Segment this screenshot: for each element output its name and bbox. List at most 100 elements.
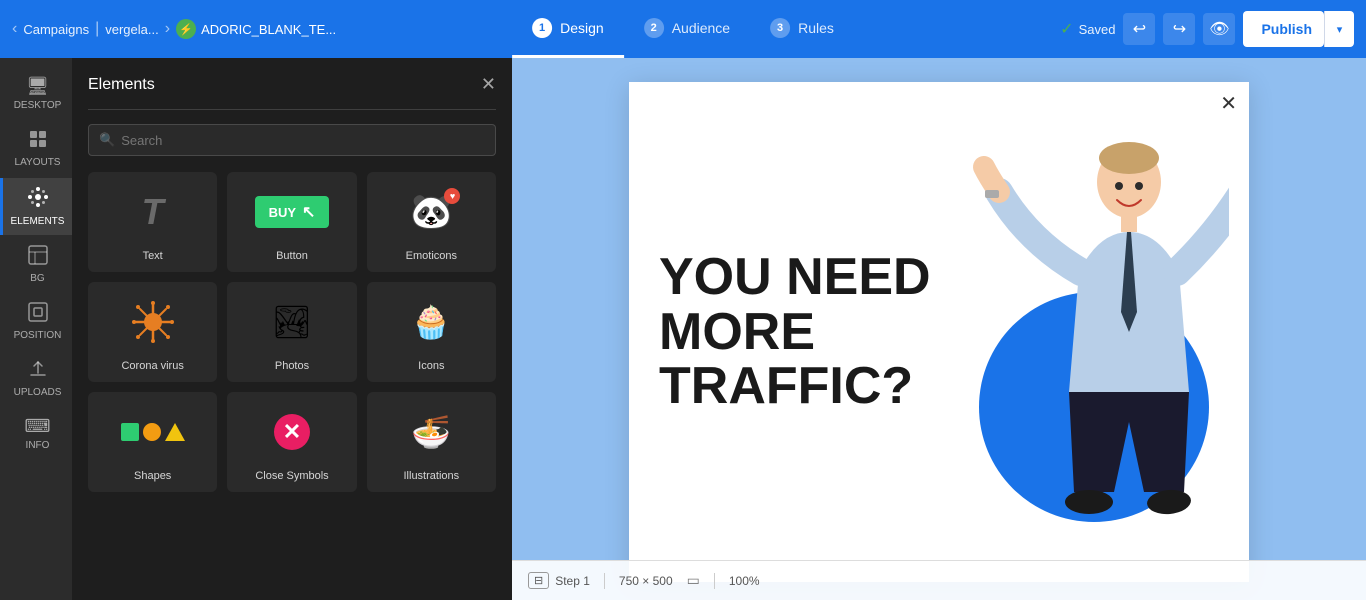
breadcrumb-campaigns[interactable]: Campaigns: [23, 22, 89, 37]
sidebar-item-position-label: POSITION: [14, 330, 62, 341]
tab-design[interactable]: 1 Design: [512, 0, 624, 58]
elements-title: Elements: [88, 76, 155, 94]
element-button-label: Button: [276, 250, 308, 262]
left-sidebar: 🖥 DESKTOP LAYOUTS: [0, 58, 72, 600]
saved-label: Saved: [1079, 22, 1116, 37]
breadcrumb-arrow-icon: ›: [165, 20, 170, 38]
bg-icon: [28, 245, 48, 270]
canvas-headline: YOU NEED MORE TRAFFIC?: [659, 250, 939, 414]
tab-audience-num: 2: [644, 18, 664, 38]
search-input[interactable]: [121, 133, 485, 148]
canvas-text-side: YOU NEED MORE TRAFFIC?: [649, 112, 939, 552]
elements-icon: [27, 186, 49, 213]
element-card-icons[interactable]: 🧁 Icons: [367, 282, 496, 382]
coronavirus-preview-icon: [131, 292, 175, 352]
sidebar-item-layouts-label: LAYOUTS: [15, 157, 61, 168]
element-shapes-label: Shapes: [134, 470, 171, 482]
button-preview-icon: BUY ↖: [255, 182, 330, 242]
icons-preview-icon: 🧁: [411, 292, 451, 352]
close-symbols-preview-icon: ✕: [274, 402, 310, 462]
element-illustrations-label: Illustrations: [404, 470, 460, 482]
tab-rules[interactable]: 3 Rules: [750, 0, 854, 58]
elements-header: Elements ✕: [88, 74, 496, 95]
search-icon: 🔍: [99, 132, 115, 148]
emoticons-preview-icon: 🐼 ♥: [410, 182, 452, 242]
redo-button[interactable]: ↪: [1163, 13, 1195, 45]
elements-grid: T Text BUY ↖ Button 🐼: [88, 172, 496, 492]
element-coronavirus-label: Corona virus: [121, 360, 183, 372]
topbar: ‹ Campaigns | vergela... › ⚡ ADORIC_BLAN…: [0, 0, 1366, 58]
main-layout: 🖥 DESKTOP LAYOUTS: [0, 58, 1366, 600]
position-icon: [28, 302, 48, 327]
tab-rules-label: Rules: [798, 20, 834, 36]
canvas-content: YOU NEED MORE TRAFFIC?: [629, 82, 1249, 582]
sidebar-item-info-label: INFO: [26, 440, 50, 451]
element-photos-label: Photos: [275, 360, 309, 372]
publish-dropdown-button[interactable]: ▾: [1324, 11, 1354, 47]
breadcrumb-vergela[interactable]: vergela...: [105, 22, 158, 37]
sidebar-item-uploads-label: UPLOADS: [14, 387, 62, 398]
photos-preview-icon: 🏞: [272, 292, 313, 352]
layouts-icon: [28, 129, 48, 154]
sidebar-item-elements[interactable]: ELEMENTS: [0, 178, 72, 235]
topbar-nav: 1 Design 2 Audience 3 Rules: [512, 0, 854, 58]
sidebar-item-bg[interactable]: BG: [0, 237, 72, 292]
sidebar-item-info[interactable]: ⌨ INFO: [0, 408, 72, 459]
step-info: ⊟ Step 1: [528, 572, 590, 589]
shapes-preview-icon: [121, 402, 185, 462]
topbar-right: ✓ Saved ↩ ↪ 👁 Publish ▾: [1060, 11, 1354, 47]
search-box: 🔍: [88, 124, 496, 156]
separator2: [714, 573, 715, 589]
canvas-card: ✕ YOU NEED MORE TRAFFIC?: [629, 82, 1249, 582]
sidebar-item-desktop[interactable]: 🖥 DESKTOP: [0, 68, 72, 119]
elements-divider: [88, 109, 496, 110]
element-card-illustrations[interactable]: 🍜 Illustrations: [367, 392, 496, 492]
element-card-close-symbols[interactable]: ✕ Close Symbols: [227, 392, 356, 492]
tab-rules-num: 3: [770, 18, 790, 38]
step-number-badge: ⊟: [528, 572, 549, 589]
element-emoticons-label: Emoticons: [406, 250, 457, 262]
check-icon: ✓: [1060, 19, 1073, 39]
element-card-text[interactable]: T Text: [88, 172, 217, 272]
breadcrumb-adoric: ⚡ ADORIC_BLANK_TE...: [176, 19, 336, 39]
businessman-figure: [969, 112, 1229, 552]
tab-design-num: 1: [532, 18, 552, 38]
back-arrow-icon[interactable]: ‹: [12, 20, 17, 38]
tab-audience-label: Audience: [672, 20, 730, 36]
canvas-area: ✕ YOU NEED MORE TRAFFIC?: [512, 58, 1366, 600]
sidebar-item-desktop-label: DESKTOP: [14, 100, 62, 111]
monitor-icon: ▭: [687, 572, 700, 589]
element-close-symbols-label: Close Symbols: [255, 470, 328, 482]
element-card-emoticons[interactable]: 🐼 ♥ Emoticons: [367, 172, 496, 272]
text-preview-icon: T: [142, 182, 164, 242]
element-card-photos[interactable]: 🏞 Photos: [227, 282, 356, 382]
preview-button[interactable]: 👁: [1203, 13, 1235, 45]
publish-button[interactable]: Publish: [1243, 11, 1324, 47]
sidebar-item-bg-label: BG: [30, 273, 44, 284]
sidebar-item-position[interactable]: POSITION: [0, 294, 72, 349]
illustrations-preview-icon: 🍜: [411, 402, 451, 462]
info-icon: ⌨: [25, 416, 51, 437]
element-card-coronavirus[interactable]: Corona virus: [88, 282, 217, 382]
canvas-image-side: [939, 112, 1219, 552]
sidebar-item-uploads[interactable]: UPLOADS: [0, 351, 72, 406]
element-card-shapes[interactable]: Shapes: [88, 392, 217, 492]
desktop-icon: 🖥: [26, 76, 49, 97]
element-icons-label: Icons: [418, 360, 444, 372]
element-card-button[interactable]: BUY ↖ Button: [227, 172, 356, 272]
dimensions-info: 750 × 500: [619, 574, 673, 588]
saved-badge: ✓ Saved: [1060, 19, 1115, 39]
undo-button[interactable]: ↩: [1123, 13, 1155, 45]
breadcrumb-sep1: |: [95, 20, 99, 38]
elements-panel: Elements ✕ 🔍 T Text BUY ↖: [72, 58, 512, 600]
step-label: Step 1: [555, 574, 590, 588]
publish-wrap: Publish ▾: [1243, 11, 1354, 47]
canvas-close-button[interactable]: ✕: [1220, 94, 1237, 114]
element-text-label: Text: [143, 250, 163, 262]
sidebar-item-layouts[interactable]: LAYOUTS: [0, 121, 72, 176]
separator1: [604, 573, 605, 589]
headline-line1: YOU NEED: [659, 250, 939, 305]
tab-audience[interactable]: 2 Audience: [624, 0, 750, 58]
elements-close-button[interactable]: ✕: [481, 74, 496, 95]
breadcrumb: ‹ Campaigns | vergela... › ⚡ ADORIC_BLAN…: [12, 19, 336, 39]
